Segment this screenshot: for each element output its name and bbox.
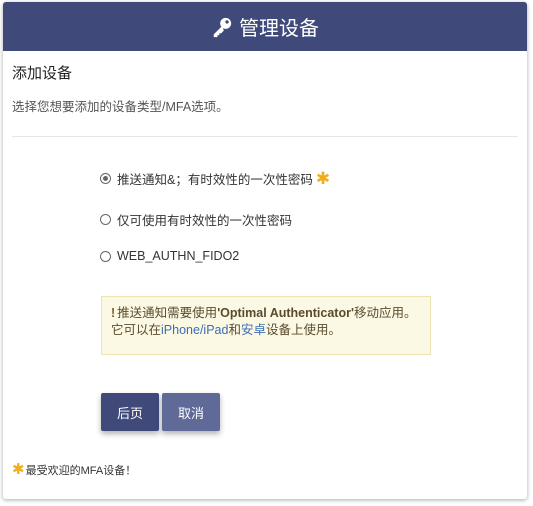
radio-button[interactable] bbox=[100, 214, 111, 225]
android-link[interactable]: 安卓 bbox=[241, 323, 266, 337]
radio-button[interactable] bbox=[100, 250, 111, 262]
option-label: WEB_AUTHN_FIDO2 bbox=[117, 249, 240, 263]
notice-text: 它可以在 bbox=[111, 323, 162, 337]
notice-text: 推送通知需要使用 bbox=[117, 306, 218, 320]
notice-text: 设备上使用。 bbox=[265, 323, 341, 337]
push-notice: ! 推送通知需要使用'Optimal Authenticator'移动应用。 它可… bbox=[101, 296, 431, 355]
iphone-ipad-link[interactable]: iPhone/iPad bbox=[161, 323, 228, 337]
notice-text: 和 bbox=[228, 323, 241, 337]
exclamation-icon: ! bbox=[111, 306, 116, 320]
manage-devices-panel: 管理设备 添加设备 选择您想要添加的设备类型/MFA选项。 推送通知&；有时效性… bbox=[3, 2, 527, 499]
divider bbox=[12, 136, 518, 137]
section-title: 添加设备 bbox=[12, 65, 73, 82]
star-icon: ✱ bbox=[12, 461, 25, 478]
option-label: 仅可使用有时效性的一次性密码 bbox=[117, 214, 293, 228]
notice-text: 移动应用。 bbox=[353, 306, 417, 320]
panel-header: 管理设备 bbox=[3, 2, 527, 51]
option-webauthn-fido2[interactable]: WEB_AUTHN_FIDO2 bbox=[100, 249, 239, 263]
back-button[interactable]: 后页 bbox=[101, 393, 159, 431]
app-name: 'Optimal Authenticator' bbox=[217, 306, 354, 320]
page-title: 管理设备 bbox=[239, 18, 319, 40]
key-icon bbox=[213, 17, 232, 37]
option-totp-only[interactable]: 仅可使用有时效性的一次性密码 bbox=[100, 210, 292, 229]
recommended-star-icon: ✱ bbox=[315, 168, 331, 188]
footnote-text: 最受欢迎的MFA设备！ bbox=[25, 465, 137, 477]
option-push-totp[interactable]: 推送通知&；有时效性的一次性密码 ✱ bbox=[100, 169, 330, 188]
option-label: 推送通知&；有时效性的一次性密码 bbox=[117, 173, 313, 187]
cancel-button[interactable]: 取消 bbox=[162, 393, 220, 431]
radio-button-selected[interactable] bbox=[100, 173, 111, 184]
footnote: ✱ 最受欢迎的MFA设备！ bbox=[12, 462, 136, 478]
section-description: 选择您想要添加的设备类型/MFA选项。 bbox=[12, 100, 229, 114]
